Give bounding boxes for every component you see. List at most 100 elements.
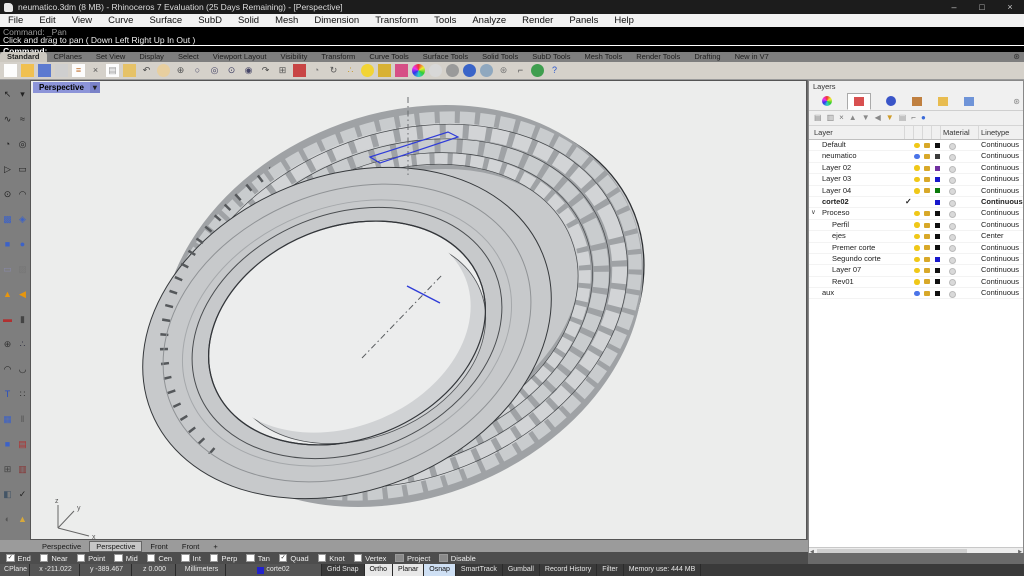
layer-row[interactable]: ejes Center (809, 231, 1023, 242)
layer-name[interactable]: Layer 04 (822, 186, 851, 196)
toolbar-tab[interactable]: Display (132, 52, 171, 62)
status-toggle[interactable]: Osnap (424, 564, 456, 576)
status-toggle[interactable]: Grid Snap (322, 564, 365, 576)
toolbar-tab[interactable]: CPlanes (47, 52, 89, 62)
layer-material-icon[interactable] (949, 268, 956, 275)
layer-lock-icon[interactable] (924, 211, 930, 216)
layer-row[interactable]: Layer 03 Continuous (809, 174, 1023, 185)
layers-toolbar-button[interactable]: × (839, 112, 844, 124)
layers-toolbar-button[interactable]: ▤ (899, 112, 907, 124)
toolbar-tab[interactable]: Curve Tools (362, 52, 415, 62)
layer-visibility-bulb-icon[interactable] (914, 165, 920, 171)
toolbar-tab[interactable]: Render Tools (629, 52, 687, 62)
layer-visibility-bulb-icon[interactable] (914, 279, 920, 285)
viewport-title-label[interactable]: Perspective (33, 82, 90, 93)
toolbar-icon[interactable]: ↶ (140, 64, 153, 77)
layers-toolbar-button[interactable]: ▲ (849, 112, 857, 124)
layer-linetype[interactable]: Continuous (981, 288, 1019, 298)
left-tool-icon[interactable]: ∷ (16, 388, 29, 401)
toolbar-icon[interactable]: ≡ (72, 64, 85, 77)
layer-lock-icon[interactable] (924, 143, 930, 148)
toolbar-icon[interactable]: ◉ (242, 64, 255, 77)
status-segment[interactable]: corte02 (226, 564, 322, 576)
status-segment[interactable]: y -389.467 (80, 564, 132, 576)
layer-visibility-bulb-icon[interactable] (914, 245, 920, 251)
layer-linetype[interactable]: Continuous (981, 254, 1019, 264)
menu-item[interactable]: Mesh (267, 14, 306, 27)
layer-material-icon[interactable] (949, 200, 956, 207)
left-tool-icon[interactable]: ▷ (1, 163, 14, 176)
toolbar-icon[interactable] (480, 64, 493, 77)
layer-name[interactable]: neumatico (822, 151, 857, 161)
toolbar-icon[interactable]: ⌐ (514, 64, 527, 77)
layer-color-swatch[interactable] (935, 143, 940, 148)
layer-color-swatch[interactable] (935, 223, 940, 228)
toolbar-icon[interactable]: ∴ (344, 64, 357, 77)
toolbar-icon[interactable] (293, 64, 306, 77)
left-tool-icon[interactable]: ▾ (16, 88, 29, 101)
layer-color-swatch[interactable] (935, 291, 940, 296)
left-tool-icon[interactable]: ◡ (16, 363, 29, 376)
toolbar-tab[interactable]: Set View (89, 52, 132, 62)
osnap-option[interactable]: Tan (246, 554, 270, 563)
layers-toolbar-button[interactable]: ◀ (875, 112, 881, 124)
layer-color-swatch[interactable] (935, 188, 940, 193)
toolbar-icon[interactable] (123, 64, 136, 77)
left-tool-icon[interactable]: ▬ (1, 313, 14, 326)
layers-toolbar-button[interactable]: ⌐ (911, 112, 916, 124)
layer-linetype[interactable]: Continuous (981, 220, 1019, 230)
menu-item[interactable]: Dimension (306, 14, 367, 27)
toolbar-gear-icon[interactable]: ⊛ (1013, 52, 1020, 62)
layer-color-swatch[interactable] (935, 177, 940, 182)
layers-toolbar-button[interactable]: ▼ (862, 112, 870, 124)
layer-visibility-bulb-icon[interactable] (914, 154, 920, 160)
left-tool-icon[interactable]: ✓ (16, 488, 29, 501)
left-tool-icon[interactable]: ◈ (16, 213, 29, 226)
left-tool-icon[interactable]: ▲ (1, 288, 14, 301)
layer-linetype[interactable]: Continuous (981, 208, 1019, 218)
left-tool-icon[interactable]: ◔ (1, 138, 14, 151)
left-tool-icon[interactable]: ■ (1, 238, 14, 251)
panel-tab[interactable] (911, 95, 923, 107)
left-tool-icon[interactable]: ▮ (16, 313, 29, 326)
status-segment[interactable]: CPlane (0, 564, 30, 576)
layer-visibility-bulb-icon[interactable] (914, 234, 920, 240)
left-tool-icon[interactable]: ◎ (16, 138, 29, 151)
panel-tab[interactable] (847, 93, 871, 110)
viewport-canvas[interactable]: z y x (31, 81, 806, 539)
layer-lock-icon[interactable] (924, 268, 930, 273)
layer-linetype[interactable]: Continuous (981, 277, 1019, 287)
layer-linetype[interactable]: Center (981, 231, 1004, 241)
toolbar-icon[interactable] (378, 64, 391, 77)
menu-item[interactable]: Solid (230, 14, 267, 27)
viewport-tab[interactable]: Perspective (36, 541, 87, 552)
osnap-option[interactable]: Int (181, 554, 201, 563)
layer-name[interactable]: corte02 (822, 197, 849, 207)
status-toggle[interactable]: Gumball (503, 564, 540, 576)
layers-toolbar-button[interactable]: ● (921, 112, 926, 124)
layer-visibility-bulb-icon[interactable] (914, 200, 920, 206)
toolbar-icon[interactable]: ↻ (327, 64, 340, 77)
toolbar-tab[interactable]: Drafting (687, 52, 727, 62)
layer-name[interactable]: Default (822, 140, 846, 150)
toolbar-tab[interactable]: Solid Tools (475, 52, 525, 62)
layer-material-icon[interactable] (949, 143, 956, 150)
osnap-checkbox[interactable] (210, 554, 219, 563)
minimize-button[interactable]: – (940, 0, 968, 14)
layer-row[interactable]: Layer 04 Continuous (809, 186, 1023, 197)
menu-item[interactable]: File (0, 14, 31, 27)
layer-name[interactable]: Segundo corte (822, 254, 881, 264)
toolbar-tab[interactable]: Visibility (273, 52, 314, 62)
osnap-option[interactable]: Mid (114, 554, 138, 563)
status-toggle[interactable]: SmartTrack (456, 564, 503, 576)
menu-item[interactable]: Curve (100, 14, 141, 27)
layer-lock-icon[interactable] (924, 234, 930, 239)
toolbar-tab[interactable]: Select (171, 52, 206, 62)
layer-material-icon[interactable] (949, 279, 956, 286)
toolbar-icon[interactable] (55, 64, 68, 77)
status-toggle[interactable]: Planar (393, 564, 424, 576)
layer-row[interactable]: corte02 ✓ Continuous (809, 197, 1023, 208)
layer-linetype[interactable]: Continuous (981, 197, 1023, 207)
layer-color-swatch[interactable] (935, 234, 940, 239)
perspective-viewport[interactable]: z y x (30, 80, 807, 540)
